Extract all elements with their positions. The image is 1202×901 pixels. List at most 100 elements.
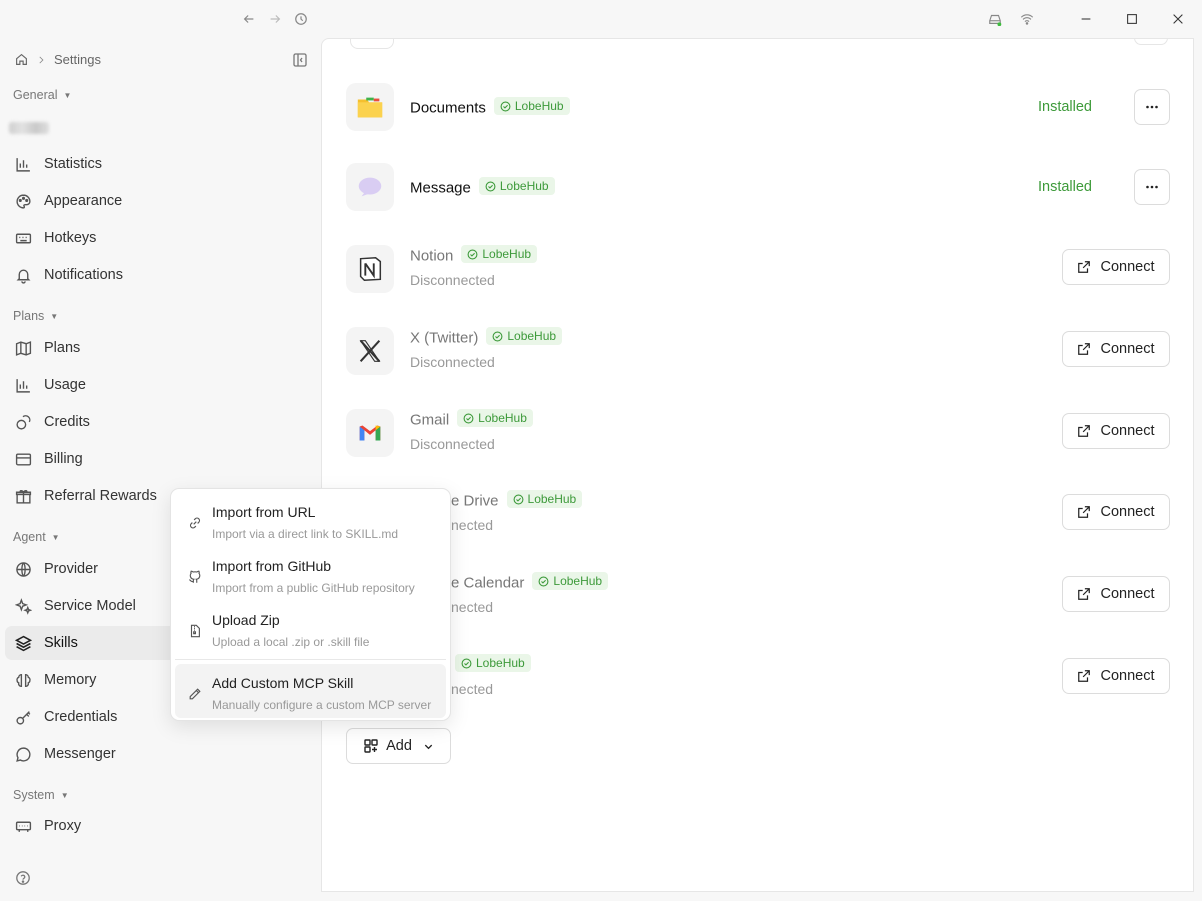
minimize-window-icon[interactable] (1077, 10, 1095, 28)
connect-button[interactable]: Connect (1062, 413, 1170, 449)
wifi-icon[interactable] (1018, 10, 1036, 28)
connection-status: Disconnected (410, 272, 495, 288)
sync-drive-icon[interactable] (986, 10, 1004, 28)
brain-icon (16, 673, 31, 687)
palette-icon (16, 193, 31, 209)
skill-row-x-twitter: X (Twitter) LobeHub Disconnected Connect (346, 321, 1170, 381)
sidebar-item-usage[interactable]: Usage (5, 368, 305, 402)
more-horizontal-icon (1146, 105, 1158, 109)
menu-item-add-custom-mcp[interactable]: Add Custom MCP Skill Manually configure … (175, 664, 446, 718)
skill-title: Notion LobeHub (410, 245, 538, 265)
add-skill-dropdown: Import from URL Import via a direct link… (170, 488, 451, 721)
connection-status: Disconnected (410, 436, 495, 452)
lobehub-badge: LobeHub (493, 97, 570, 115)
history-clock-icon[interactable] (292, 10, 310, 28)
more-options-button[interactable] (1134, 169, 1170, 205)
skill-title: X (Twitter) LobeHub (410, 327, 563, 347)
map-icon (15, 340, 32, 356)
settings-sidebar: Settings General ▼ Statistics Appearance … (0, 38, 321, 901)
sidebar-item-notifications[interactable]: Notifications (5, 258, 305, 292)
chat-bubble-icon (16, 746, 31, 762)
group-label-system[interactable]: System ▼ (13, 788, 69, 802)
external-link-icon (1078, 506, 1091, 518)
external-link-icon (1078, 343, 1091, 355)
skill-row-hidden: LobeHub nected Connect (346, 648, 1170, 708)
connect-button[interactable]: Connect (1062, 331, 1170, 367)
sidebar-item-plans[interactable]: Plans (5, 331, 305, 365)
group-label-agent[interactable]: Agent ▼ (13, 530, 60, 544)
sidebar-item-credits[interactable]: Credits (5, 405, 305, 439)
connect-button[interactable]: Connect (1062, 576, 1170, 612)
keyboard-icon (15, 233, 32, 243)
skill-row-message: Message LobeHub Installed (346, 157, 1170, 217)
group-label-general[interactable]: General ▼ (13, 88, 71, 102)
x-twitter-icon (346, 327, 394, 375)
installed-status: Installed (1037, 179, 1092, 195)
more-button-partial[interactable] (1134, 39, 1168, 45)
external-link-icon (1078, 670, 1091, 682)
installed-status: Installed (1037, 99, 1092, 115)
sidebar-item-statistics[interactable]: Statistics (5, 147, 305, 181)
external-link-icon (1078, 588, 1091, 600)
back-arrow-icon[interactable] (240, 10, 258, 28)
skill-title: e Drive LobeHub (451, 490, 583, 510)
menu-item-upload-zip[interactable]: Upload Zip Upload a local .zip or .skill… (175, 601, 446, 655)
skill-title: e Calendar LobeHub (451, 572, 609, 592)
connect-button[interactable]: Connect (1062, 494, 1170, 530)
close-window-icon[interactable] (1169, 10, 1187, 28)
folder-icon (346, 83, 394, 131)
home-icon[interactable] (15, 53, 28, 66)
sidebar-collapse-icon[interactable] (292, 52, 308, 68)
skill-row-documents: Documents LobeHub Installed (346, 77, 1170, 137)
group-label-plans[interactable]: Plans ▼ (13, 309, 58, 323)
usage-chart-icon (16, 378, 30, 393)
zip-file-icon (190, 624, 200, 638)
skill-row-calendar: e Calendar LobeHub nected Connect (346, 566, 1170, 626)
sidebar-item-messenger[interactable]: Messenger (5, 737, 305, 771)
sidebar-item-appearance[interactable]: Appearance (5, 184, 305, 218)
check-circle-icon (500, 101, 511, 111)
more-horizontal-icon (1146, 185, 1158, 189)
layers-icon (15, 635, 32, 651)
check-circle-icon (463, 413, 474, 423)
skill-row-notion: Notion LobeHub Disconnected Connect (346, 239, 1170, 299)
pencil-icon (189, 688, 201, 700)
skill-icon-partial (350, 39, 394, 49)
lobehub-badge: LobeHub (457, 409, 533, 427)
skills-panel: Documents LobeHub Installed Message LobeHu… (321, 38, 1194, 892)
coins-icon (16, 414, 31, 430)
menu-item-import-github[interactable]: Import from GitHub Import from a public … (175, 547, 446, 601)
skill-row-gmail: Gmail LobeHub Disconnected Connect (346, 403, 1170, 463)
more-options-button[interactable] (1134, 89, 1170, 125)
connect-button[interactable]: Connect (1062, 658, 1170, 694)
skill-title: LobeHub (451, 654, 531, 674)
check-circle-icon (461, 658, 472, 668)
check-circle-icon (513, 494, 523, 504)
connection-status: nected (451, 599, 494, 615)
add-grid-icon (364, 739, 378, 753)
connection-status: Disconnected (410, 354, 495, 370)
sidebar-item-billing[interactable]: Billing (5, 442, 305, 476)
lobehub-badge: LobeHub (486, 327, 563, 345)
lobehub-badge: LobeHub (461, 245, 538, 263)
help-circle-icon[interactable] (15, 870, 31, 886)
maximize-window-icon[interactable] (1123, 10, 1141, 28)
bell-icon (16, 269, 31, 284)
chevron-right-icon (39, 56, 44, 63)
external-link-icon (1078, 261, 1091, 273)
connect-button[interactable]: Connect (1062, 249, 1170, 285)
gift-icon (15, 489, 32, 504)
key-icon (16, 710, 31, 725)
lobehub-badge: LobeHub (455, 654, 531, 672)
skill-title: Documents LobeHub (410, 97, 570, 117)
forward-arrow-icon[interactable] (266, 10, 284, 28)
sidebar-item-hotkeys[interactable]: Hotkeys (5, 221, 305, 255)
gmail-icon (346, 409, 394, 457)
title-bar (0, 0, 1202, 38)
chevron-down-icon (424, 744, 433, 749)
add-skill-button[interactable]: Add (346, 728, 451, 764)
sidebar-item-proxy[interactable]: Proxy (5, 809, 305, 843)
notion-icon (346, 245, 394, 293)
menu-item-import-url[interactable]: Import from URL Import via a direct link… (175, 493, 446, 547)
skill-row-drive: e Drive LobeHub nected Connect (346, 484, 1170, 544)
